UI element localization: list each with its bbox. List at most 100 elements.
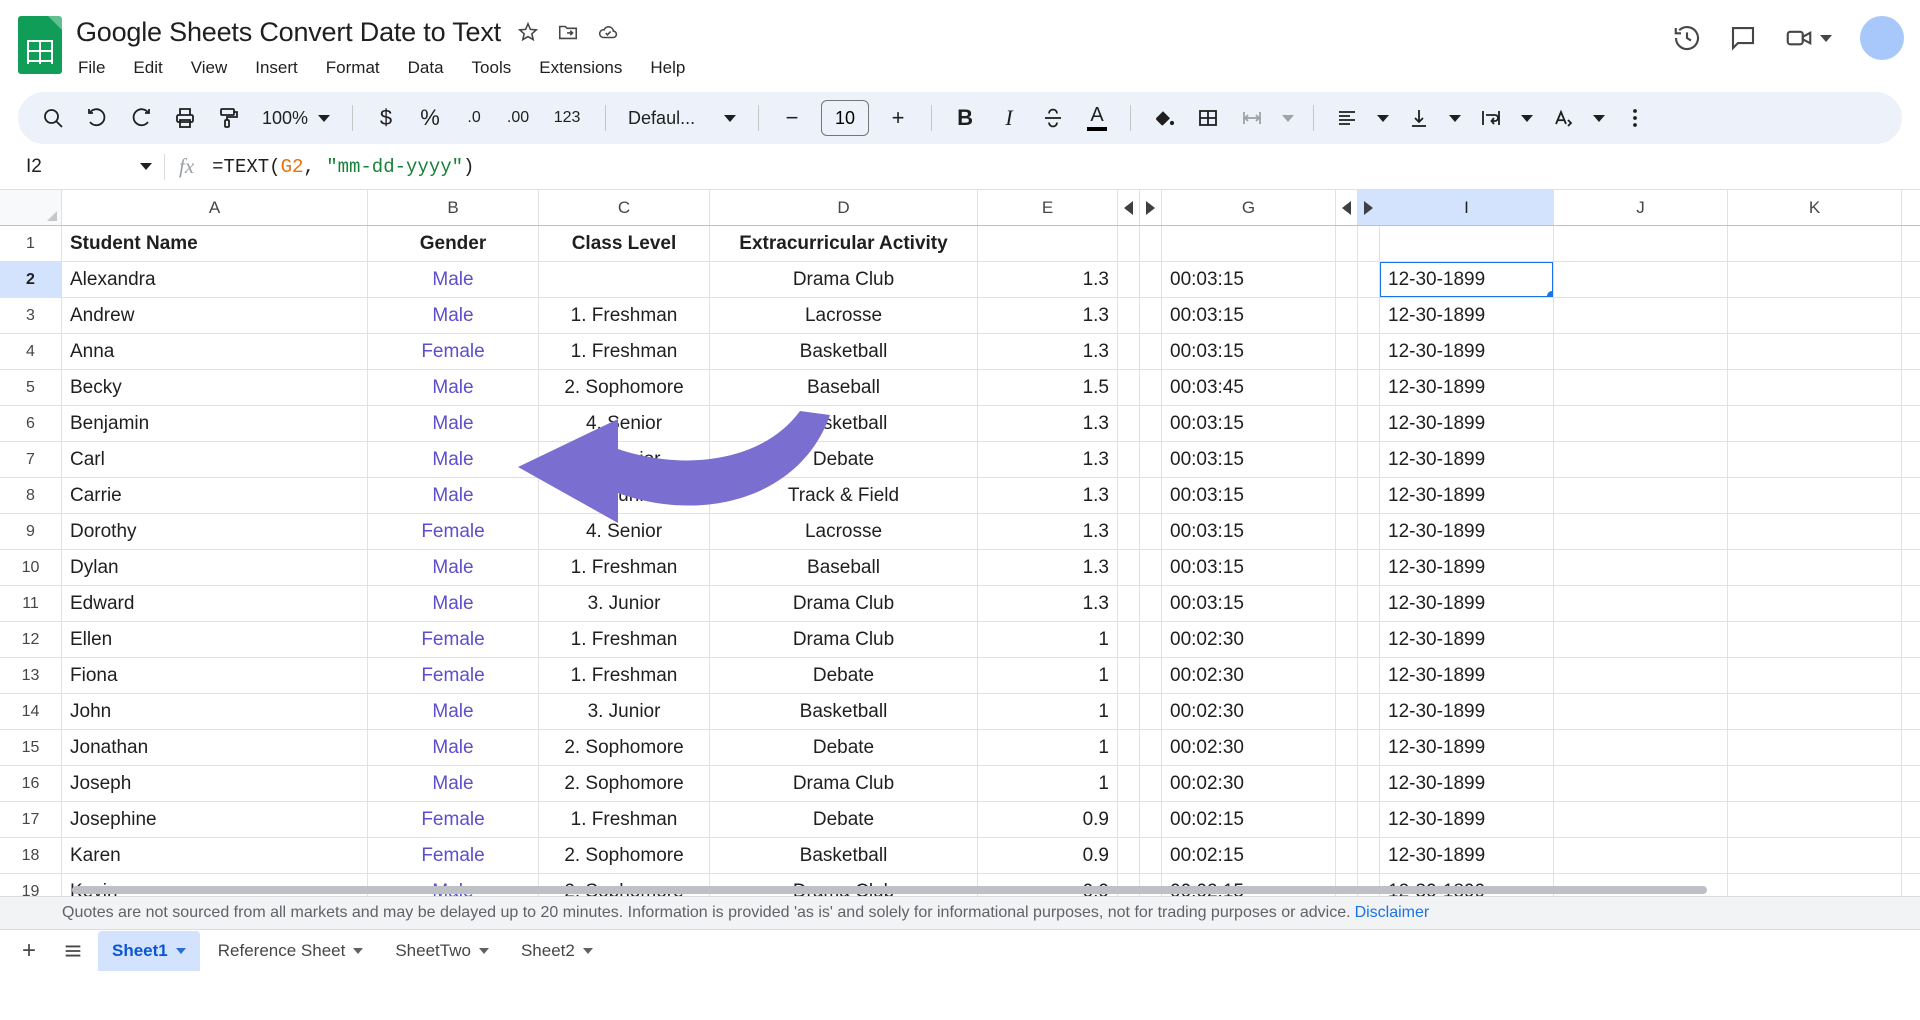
cell-J10[interactable] [1554,550,1728,585]
row-header-11[interactable]: 11 [0,586,62,621]
cell-D15[interactable]: Debate [710,730,978,765]
row-header-15[interactable]: 15 [0,730,62,765]
cell-I7[interactable]: 12-30-1899 [1380,442,1554,477]
cell-D14[interactable]: Basketball [710,694,978,729]
menu-item-insert[interactable]: Insert [253,56,300,80]
cell-G2[interactable]: 00:03:15 [1162,262,1336,297]
cell-A15[interactable]: Jonathan [62,730,368,765]
paint-format-icon[interactable] [208,97,250,139]
cell-K1[interactable] [1728,226,1902,261]
column-header-C[interactable]: C [539,190,710,225]
chevron-down-icon[interactable] [1820,34,1832,42]
cell-J7[interactable] [1554,442,1728,477]
fill-handle[interactable] [1547,291,1553,297]
cell-E12[interactable]: 1 [978,622,1118,657]
cell-B17[interactable]: Female [368,802,539,837]
cell-J13[interactable] [1554,658,1728,693]
cell-C18[interactable]: 2. Sophomore [539,838,710,873]
cell-G1[interactable] [1162,226,1336,261]
cell-B13[interactable]: Female [368,658,539,693]
cell-I12[interactable]: 12-30-1899 [1380,622,1554,657]
menu-item-extensions[interactable]: Extensions [537,56,624,80]
name-box[interactable]: I2 [14,156,164,178]
cell-B18[interactable]: Female [368,838,539,873]
cell-A14[interactable]: John [62,694,368,729]
cell-C13[interactable]: 1. Freshman [539,658,710,693]
font-size-increase-button[interactable]: + [877,97,919,139]
horizontal-align-chevron-icon[interactable] [1370,97,1396,139]
cell-I4[interactable]: 12-30-1899 [1380,334,1554,369]
cell-J5[interactable] [1554,370,1728,405]
formula-input[interactable]: =TEXT(G2, "mm-dd-yyyy") [212,156,474,178]
horizontal-align-icon[interactable] [1326,97,1368,139]
print-icon[interactable] [164,97,206,139]
italic-button[interactable]: I [988,97,1030,139]
column-header-B[interactable]: B [368,190,539,225]
text-rotation-icon[interactable] [1542,97,1584,139]
chevron-down-icon[interactable] [478,948,489,954]
column-header-D[interactable]: D [710,190,978,225]
cell-A9[interactable]: Dorothy [62,514,368,549]
row-header-19[interactable]: 19 [0,874,62,896]
percent-format-button[interactable]: % [409,97,451,139]
disclaimer-link[interactable]: Disclaimer [1355,904,1430,922]
cell-I10[interactable]: 12-30-1899 [1380,550,1554,585]
vertical-align-chevron-icon[interactable] [1442,97,1468,139]
row-header-16[interactable]: 16 [0,766,62,801]
cell-J14[interactable] [1554,694,1728,729]
cell-A10[interactable]: Dylan [62,550,368,585]
cell-C4[interactable]: 1. Freshman [539,334,710,369]
cell-E13[interactable]: 1 [978,658,1118,693]
cell-K12[interactable] [1728,622,1902,657]
column-header-K[interactable]: K [1728,190,1902,225]
bold-button[interactable]: B [944,97,986,139]
cell-C3[interactable]: 1. Freshman [539,298,710,333]
cell-C1[interactable]: Class Level [539,226,710,261]
cell-B9[interactable]: Female [368,514,539,549]
font-size-decrease-button[interactable]: − [771,97,813,139]
cell-E11[interactable]: 1.3 [978,586,1118,621]
cell-G18[interactable]: 00:02:15 [1162,838,1336,873]
cell-B6[interactable]: Male [368,406,539,441]
cell-E17[interactable]: 0.9 [978,802,1118,837]
comment-icon[interactable] [1726,21,1760,55]
cell-D17[interactable]: Debate [710,802,978,837]
cell-J18[interactable] [1554,838,1728,873]
cell-B15[interactable]: Male [368,730,539,765]
search-icon[interactable] [32,97,74,139]
cell-I14[interactable]: 12-30-1899 [1380,694,1554,729]
menu-item-view[interactable]: View [189,56,230,80]
column-header-A[interactable]: A [62,190,368,225]
cell-J11[interactable] [1554,586,1728,621]
cell-K8[interactable] [1728,478,1902,513]
column-header-I[interactable]: I [1380,190,1554,225]
font-family-selector[interactable]: Defaul... [618,98,746,138]
cell-C17[interactable]: 1. Freshman [539,802,710,837]
cell-E3[interactable]: 1.3 [978,298,1118,333]
cell-G8[interactable]: 00:03:15 [1162,478,1336,513]
cell-G17[interactable]: 00:02:15 [1162,802,1336,837]
cell-K7[interactable] [1728,442,1902,477]
cell-C12[interactable]: 1. Freshman [539,622,710,657]
cell-J16[interactable] [1554,766,1728,801]
cell-K5[interactable] [1728,370,1902,405]
row-header-5[interactable]: 5 [0,370,62,405]
menu-item-file[interactable]: File [76,56,107,80]
cell-K13[interactable] [1728,658,1902,693]
cell-A11[interactable]: Edward [62,586,368,621]
cell-K2[interactable] [1728,262,1902,297]
cell-B1[interactable]: Gender [368,226,539,261]
sheet-tab-sheet2[interactable]: Sheet2 [507,931,607,971]
row-header-18[interactable]: 18 [0,838,62,873]
cell-B12[interactable]: Female [368,622,539,657]
cell-K9[interactable] [1728,514,1902,549]
cell-E1[interactable] [978,226,1118,261]
cell-D6[interactable]: Basketball [710,406,978,441]
cell-C7[interactable]: 3. Junior [539,442,710,477]
merge-options-chevron-icon[interactable] [1275,97,1301,139]
cell-K3[interactable] [1728,298,1902,333]
cell-D18[interactable]: Basketball [710,838,978,873]
cell-D3[interactable]: Lacrosse [710,298,978,333]
cell-G5[interactable]: 00:03:45 [1162,370,1336,405]
cell-I1[interactable] [1380,226,1554,261]
